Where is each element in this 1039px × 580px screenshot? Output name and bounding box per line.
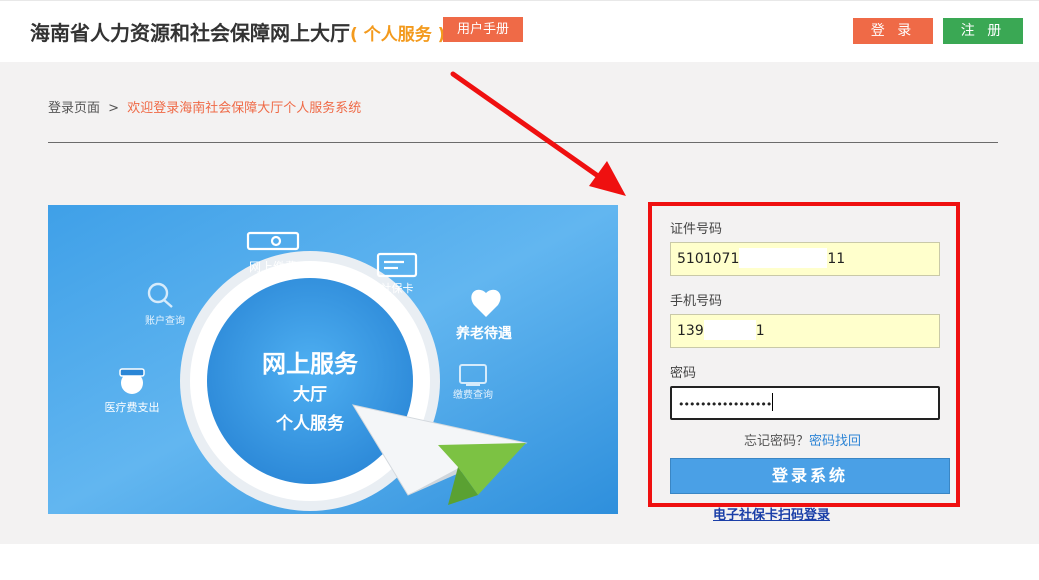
- breadcrumb-separator: >: [108, 101, 120, 116]
- phone-number-label: 手机号码: [670, 294, 723, 309]
- banner-item-account-query: 账户查询: [145, 314, 185, 327]
- banner-graphic: 网上服务 大厅 个人服务 网上缴费 社保卡 账户查询 养老待遇 缴费查询 医疗费…: [48, 205, 618, 514]
- forgot-password: 忘记密码？密码找回: [744, 430, 861, 449]
- user-manual-button[interactable]: 用户手册: [443, 17, 523, 42]
- banner-item-contribution-query: 缴费查询: [453, 388, 493, 401]
- phone-number-input[interactable]: 139 1: [670, 314, 940, 348]
- login-submit-button[interactable]: 登录系统: [670, 458, 950, 494]
- id-number-value-suffix: 11: [827, 251, 846, 267]
- header-login-button[interactable]: 登 录: [853, 18, 933, 44]
- banner-center-title: 网上服务: [262, 350, 359, 378]
- breadcrumb: 登录页面 > 欢迎登录海南社会保障大厅个人服务系统: [48, 97, 361, 116]
- page: 海南省人力资源和社会保障网上大厅( 个人服务 ) 用户手册 登 录 注 册 登录…: [0, 0, 1039, 580]
- password-input[interactable]: •••••••••••••••••: [670, 386, 940, 420]
- site-title: 海南省人力资源和社会保障网上大厅( 个人服务 ): [30, 17, 445, 46]
- id-number-value-prefix: 5101071: [677, 251, 740, 267]
- banner-center-line2: 大厅: [293, 384, 327, 405]
- redaction-mask: [739, 247, 828, 268]
- redaction-mask: [703, 319, 756, 340]
- banner-item-medical: 医疗费支出: [105, 400, 160, 414]
- password-label: 密码: [670, 366, 697, 381]
- phone-number-value-suffix: 1: [755, 323, 765, 339]
- id-number-input[interactable]: 5101071 11: [670, 242, 940, 276]
- text-caret: [772, 393, 774, 411]
- breadcrumb-home[interactable]: 登录页面: [48, 101, 100, 116]
- ecard-qr-login-link[interactable]: 电子社保卡扫码登录: [713, 504, 830, 523]
- password-recovery-link[interactable]: 密码找回: [809, 434, 861, 449]
- header-register-button[interactable]: 注 册: [943, 18, 1023, 44]
- banner-item-social-card: 社保卡: [381, 281, 414, 295]
- login-form: 证件号码 5101071 11 手机号码 139 1 密码 ••••••••••••…: [648, 202, 960, 507]
- forgot-password-text: 忘记密码？: [744, 434, 810, 449]
- content-area: 登录页面 > 欢迎登录海南社会保障大厅个人服务系统 网上服务 大厅 个人服务 网…: [0, 62, 1039, 544]
- breadcrumb-current: 欢迎登录海南社会保障大厅个人服务系统: [127, 101, 362, 116]
- header: 海南省人力资源和社会保障网上大厅( 个人服务 ) 用户手册 登 录 注 册: [0, 0, 1039, 62]
- service-banner: 网上服务 大厅 个人服务 网上缴费 社保卡 账户查询 养老待遇 缴费查询 医疗费…: [48, 205, 618, 514]
- password-value: •••••••••••••••••: [678, 398, 772, 411]
- site-subtitle: ( 个人服务 ): [350, 25, 446, 45]
- banner-item-payment: 网上缴费: [249, 259, 297, 274]
- phone-number-value-prefix: 139: [677, 323, 704, 339]
- banner-item-pension: 养老待遇: [455, 325, 512, 342]
- divider: [48, 142, 998, 143]
- site-title-text: 海南省人力资源和社会保障网上大厅: [30, 21, 350, 45]
- banner-center-line3: 个人服务: [275, 413, 345, 434]
- id-number-label: 证件号码: [670, 222, 723, 237]
